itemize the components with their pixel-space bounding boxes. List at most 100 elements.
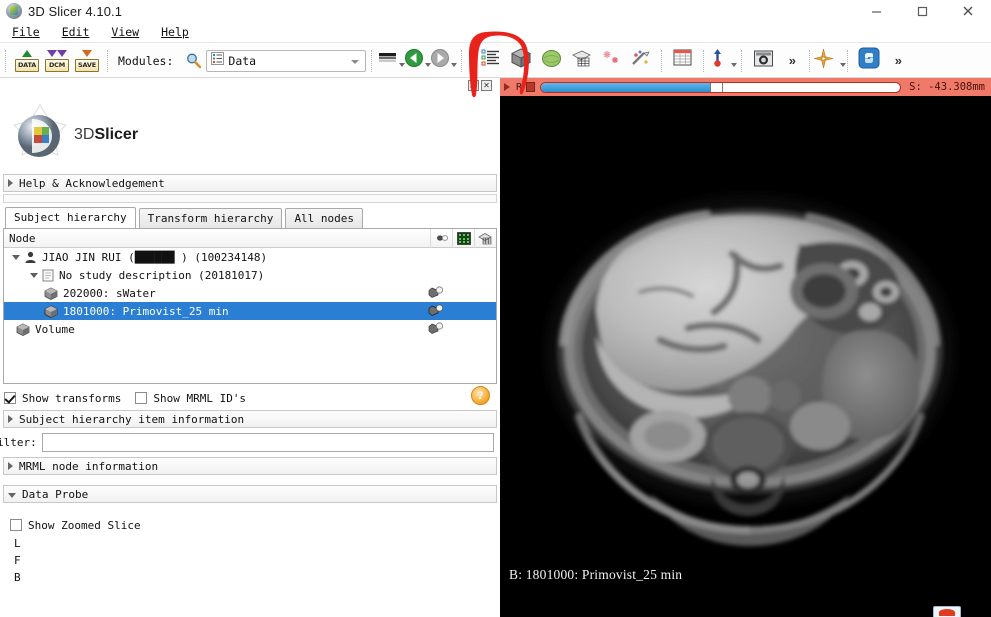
show-mrml-ids-checkbox[interactable] [135, 392, 148, 404]
mrml-node-information-section[interactable]: MRML node information [3, 457, 497, 475]
slice-pin-icon[interactable] [526, 82, 536, 92]
main-toolbar: DATA DCM SAVE Modules: Data » » [0, 44, 991, 78]
table-row[interactable]: 1801000: Primovist_25 min [4, 302, 496, 320]
chevron-down-icon[interactable] [730, 62, 737, 67]
axial-abdominal-mri-image [500, 96, 991, 605]
row-visibility-icon[interactable] [428, 304, 444, 318]
python-console-button[interactable] [854, 46, 884, 76]
bottom-partial-widget[interactable] [933, 606, 961, 617]
title-bar: 3D Slicer 4.10.1 [0, 0, 991, 22]
slice-visibility-toggle[interactable] [500, 83, 514, 91]
show-transforms-label: Show transforms [22, 391, 122, 405]
subject-hierarchy-item-information-section[interactable]: Subject hierarchy item information [3, 410, 497, 428]
slicer-logo-row: 3DSlicer [0, 96, 500, 174]
volume-icon [16, 323, 30, 336]
data-probe-body: Show Zoomed Slice L F B [0, 515, 500, 586]
expander-icon[interactable] [12, 254, 20, 260]
module-selector-combo[interactable]: Data [206, 49, 367, 72]
table-row[interactable]: No study description (20181017) [4, 266, 496, 284]
load-data-button[interactable]: DATA [12, 46, 42, 76]
table-row[interactable]: JIAO JIN RUI (██████ ) (100234148) [4, 248, 496, 266]
models-button[interactable] [536, 46, 566, 76]
row-visibility-icon[interactable] [428, 286, 444, 300]
module-history-button[interactable] [378, 46, 405, 76]
table-row[interactable]: Volume [4, 320, 496, 338]
volume-rendering-button[interactable] [506, 46, 536, 76]
slice-orientation-label: R [516, 81, 523, 93]
slice-offset-slider-fill [541, 82, 714, 92]
tab-all-nodes[interactable]: All nodes [285, 208, 364, 228]
data-probe-section[interactable]: Data Probe [3, 485, 497, 503]
menu-help[interactable]: Help [159, 24, 191, 40]
chevron-double-right-icon: » [788, 53, 796, 68]
viewport-bottom-strip [500, 605, 991, 617]
table-cell-label: Volume [35, 322, 75, 336]
minimize-icon[interactable] [853, 0, 899, 22]
module-current-label: Data [228, 53, 257, 68]
menu-edit[interactable]: Edit [60, 24, 92, 40]
menu-help-label: Help [161, 25, 189, 39]
slice-offset-value: S: -43.308mm [909, 81, 985, 93]
chevron-down-icon[interactable] [351, 59, 360, 64]
color-column-icon[interactable] [452, 228, 474, 248]
segment-editor-icon [571, 49, 592, 73]
module-forward-button[interactable] [430, 46, 457, 76]
close-icon[interactable] [945, 0, 991, 22]
slice-viewport[interactable]: B: 1801000: Primovist_25 min [500, 96, 991, 605]
toolbar-separator [741, 49, 743, 72]
slicer-logo-text: 3DSlicer [74, 126, 138, 144]
filter-input[interactable] [41, 432, 494, 452]
toolbar-separator [809, 49, 811, 72]
annotations-button[interactable] [626, 46, 656, 76]
magnifier-icon[interactable] [180, 46, 206, 76]
toolbar-overflow-button[interactable]: » [778, 46, 804, 76]
chevron-down-icon[interactable] [839, 62, 846, 67]
screenshot-camera-icon [753, 49, 774, 73]
module-back-button[interactable] [404, 46, 431, 76]
tables-button[interactable] [668, 46, 698, 76]
expander-icon[interactable] [30, 272, 38, 278]
markups-button[interactable] [596, 46, 626, 76]
show-transforms-checkbox[interactable] [4, 392, 16, 404]
slice-offset-slider-handle[interactable] [709, 82, 723, 92]
tab-subject-hierarchy[interactable]: Subject hierarchy [5, 207, 136, 228]
crosshair-button[interactable] [813, 46, 846, 76]
popup-window-icon[interactable]: ☐ [468, 80, 479, 91]
load-data-label: DATA [17, 61, 37, 69]
close-small-icon[interactable]: ✕ [481, 80, 492, 91]
volume-cube-icon [510, 48, 532, 73]
chevron-down-icon[interactable] [450, 62, 457, 67]
fiducial-button[interactable] [710, 46, 737, 76]
menu-bar: File Edit View Help [0, 22, 991, 43]
toolbar-overflow2-button[interactable]: » [884, 46, 910, 76]
help-question-icon[interactable]: ? [471, 386, 490, 405]
data-probe-title: Data Probe [22, 487, 89, 501]
visibility-column-icon[interactable] [430, 228, 452, 248]
menu-file[interactable]: File [10, 24, 42, 40]
slice-view-label: B: 1801000: Primovist_25 min [509, 567, 683, 582]
save-data-button[interactable]: SAVE [72, 46, 102, 76]
load-dicom-button[interactable]: DCM [42, 46, 72, 76]
slice-offset-slider[interactable] [540, 81, 902, 93]
screenshot-button[interactable] [748, 46, 778, 76]
subject-hierarchy-tree: Node JIAO JIN RUI (██████) (100234148) … [3, 228, 497, 384]
hierarchy-options-row: Show transforms Show MRML ID's ? [0, 386, 500, 408]
menu-view[interactable]: View [109, 24, 141, 40]
layout-chooser-button[interactable] [476, 46, 506, 76]
maximize-icon[interactable] [899, 0, 945, 22]
table-row[interactable]: 202000: sWater [4, 284, 496, 302]
tab-transform-hierarchy[interactable]: Transform hierarchy [138, 208, 283, 228]
menu-view-label: View [111, 25, 140, 39]
help-acknowledgement-section[interactable]: Help & Acknowledgement [3, 174, 497, 192]
patient-icon [24, 251, 37, 264]
show-zoomed-slice-checkbox[interactable] [10, 519, 22, 531]
volume-icon [44, 287, 58, 300]
row-visibility-icon[interactable] [428, 322, 444, 336]
segment-editor-button[interactable] [566, 46, 596, 76]
show-zoomed-slice-row: Show Zoomed Slice [6, 515, 500, 535]
fiducial-pin-icon [710, 48, 725, 73]
modules-label: Modules: [118, 53, 174, 68]
back-arrow-icon [404, 48, 424, 73]
volume-icon [44, 305, 58, 318]
transform-column-icon[interactable] [474, 228, 496, 248]
